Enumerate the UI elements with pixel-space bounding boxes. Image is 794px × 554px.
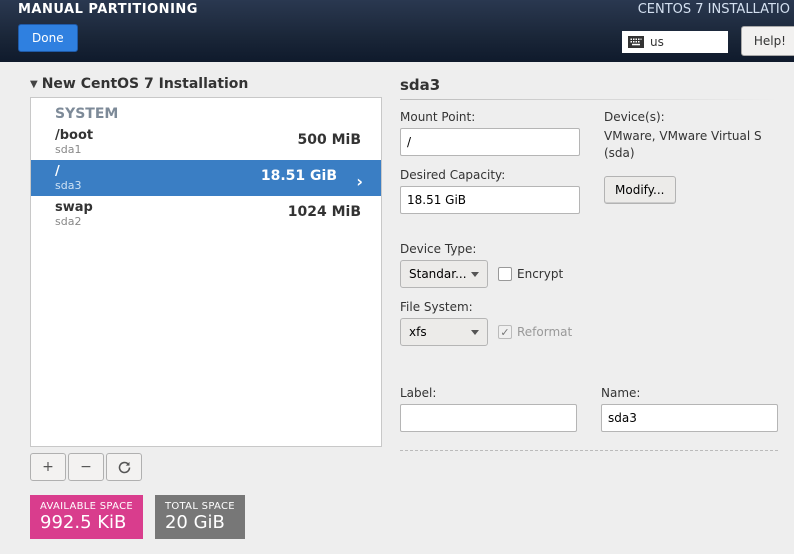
- installer-brand: CENTOS 7 INSTALLATIO: [638, 2, 790, 17]
- separator: [400, 450, 778, 451]
- partition-size: 18.51 GiB: [261, 168, 337, 184]
- reformat-label: Reformat: [517, 325, 572, 339]
- refresh-icon: [117, 460, 132, 475]
- file-system-value: xfs: [409, 325, 427, 339]
- total-space-value: 20 GiB: [165, 512, 235, 533]
- total-space-label: TOTAL SPACE: [165, 501, 235, 512]
- label-input[interactable]: [400, 404, 577, 432]
- device-info: VMware, VMware Virtual S (sda): [604, 128, 778, 162]
- header-bar: MANUAL PARTITIONING CENTOS 7 INSTALLATIO…: [0, 0, 794, 62]
- partition-size: 500 MiB: [298, 132, 362, 148]
- name-input[interactable]: [601, 404, 778, 432]
- device-type-select[interactable]: Standar...: [400, 260, 488, 288]
- device-type-value: Standar...: [409, 267, 467, 281]
- remove-partition-button[interactable]: −: [68, 453, 104, 481]
- available-space-value: 992.5 KiB: [40, 512, 133, 533]
- done-button[interactable]: Done: [18, 24, 78, 52]
- encrypt-checkbox[interactable]: [498, 267, 512, 281]
- available-space-box: AVAILABLE SPACE 992.5 KiB: [30, 495, 143, 539]
- chevron-right-icon: ›: [356, 172, 363, 191]
- help-button[interactable]: Help!: [741, 26, 794, 56]
- available-space-label: AVAILABLE SPACE: [40, 501, 133, 512]
- mount-point-input[interactable]: [400, 128, 580, 156]
- file-system-label: File System:: [400, 300, 778, 314]
- desired-capacity-label: Desired Capacity:: [400, 168, 580, 182]
- devices-label: Device(s):: [604, 110, 778, 124]
- add-partition-button[interactable]: +: [30, 453, 66, 481]
- collapse-triangle-icon: ▼: [30, 79, 38, 90]
- total-space-box: TOTAL SPACE 20 GiB: [155, 495, 245, 539]
- reformat-checkbox: ✓: [498, 325, 512, 339]
- partition-item[interactable]: / sda3 18.51 GiB ›: [31, 160, 381, 196]
- partition-list: SYSTEM /boot sda1 500 MiB / sda3 18.51 G…: [30, 97, 382, 447]
- installation-expand-label: New CentOS 7 Installation: [42, 76, 249, 92]
- partition-item[interactable]: /boot sda1 500 MiB: [31, 124, 381, 160]
- installation-expander[interactable]: ▼ New CentOS 7 Installation: [30, 76, 382, 95]
- file-system-select[interactable]: xfs: [400, 318, 488, 346]
- device-type-label: Device Type:: [400, 242, 778, 256]
- partition-size: 1024 MiB: [288, 204, 361, 220]
- label-field-label: Label:: [400, 386, 577, 400]
- page-title: MANUAL PARTITIONING: [18, 2, 198, 17]
- encrypt-label: Encrypt: [517, 267, 563, 281]
- reload-button[interactable]: [106, 453, 142, 481]
- details-heading: sda3: [400, 76, 778, 98]
- partition-group-label: SYSTEM: [31, 98, 381, 124]
- keyboard-layout-indicator[interactable]: us: [622, 31, 728, 53]
- partition-item[interactable]: swap sda2 1024 MiB: [31, 196, 381, 232]
- desired-capacity-input[interactable]: [400, 186, 580, 214]
- keyboard-layout-label: us: [650, 35, 664, 49]
- mount-point-label: Mount Point:: [400, 110, 580, 124]
- partition-toolbar: + −: [30, 453, 382, 481]
- name-field-label: Name:: [601, 386, 778, 400]
- keyboard-icon: [628, 36, 644, 48]
- modify-button[interactable]: Modify...: [604, 176, 676, 204]
